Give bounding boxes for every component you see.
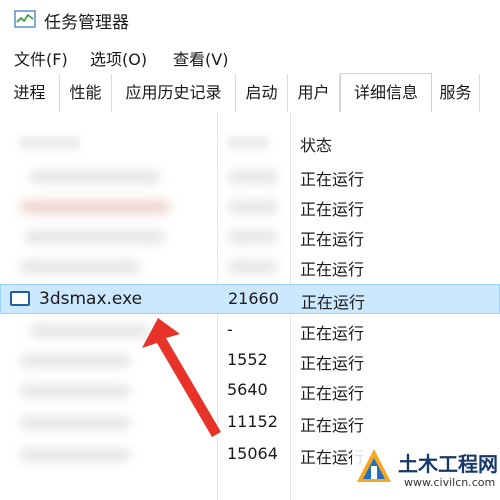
- watermark-title: 土木工程网: [398, 452, 498, 476]
- civilcn-logo-icon: [357, 449, 391, 482]
- watermark: 土木工程网 www.civilcn.com: [352, 444, 500, 500]
- watermark-url: www.civilcn.com: [404, 476, 496, 489]
- arrow-shape: [142, 318, 221, 437]
- annotation-arrow: [142, 318, 221, 437]
